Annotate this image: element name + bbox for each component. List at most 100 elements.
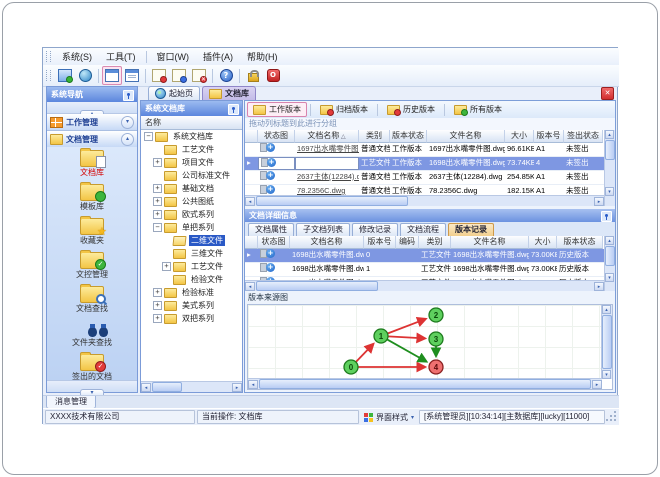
chevron-down-icon[interactable]: ▾ <box>121 116 134 129</box>
tab-起始页[interactable]: 起始页 <box>148 86 200 100</box>
resize-grip[interactable] <box>607 412 617 422</box>
exit-button[interactable]: O <box>263 66 283 85</box>
column-header-大小[interactable]: 大小 <box>529 236 557 249</box>
scroll-right-icon[interactable]: ▸ <box>594 196 604 206</box>
sidebar-item-模板库[interactable]: 模板库 <box>47 181 137 215</box>
tree-node-检验标准[interactable]: + 检验标准 <box>141 286 242 299</box>
scroll-down-icon[interactable]: ▾ <box>602 370 611 379</box>
column-header-文件名称[interactable]: 文件名称 <box>427 130 505 143</box>
interface-style-button[interactable] <box>55 66 75 85</box>
tree-node-工艺文件[interactable]: 工艺文件 <box>141 143 242 156</box>
tree-node-双把系列[interactable]: + 双把系列 <box>141 312 242 325</box>
menu-item-3[interactable]: 窗口(W) <box>150 49 197 65</box>
window-list-button[interactable] <box>122 66 142 85</box>
tree-node-欧式系列[interactable]: + 欧式系列 <box>141 208 242 221</box>
scroll-thumb[interactable] <box>152 382 182 392</box>
scroll-thumb[interactable] <box>602 315 612 369</box>
column-header-版本状态[interactable]: 版本状态 <box>390 130 427 143</box>
scroll-right-icon[interactable]: ▸ <box>232 382 242 392</box>
scroll-up-icon[interactable]: ▴ <box>602 305 611 314</box>
scroll-right-icon[interactable]: ▸ <box>594 281 604 291</box>
tree-column-header[interactable]: 名称 <box>141 116 242 130</box>
version-node-4[interactable]: 4 <box>428 359 444 375</box>
tree-expander-icon[interactable]: − <box>144 132 153 141</box>
sidebar-group-document-management[interactable]: 文档管理 ▴ <box>47 131 137 148</box>
所有版本-button[interactable]: 所有版本 <box>448 102 508 117</box>
column-header-大小[interactable]: 大小 <box>505 130 534 143</box>
tab-文档属性[interactable]: 文档属性 <box>248 223 294 236</box>
sidebar-item-文件夹查找[interactable]: 文件夹查找 <box>47 317 137 351</box>
tree-node-检验文件[interactable]: 检验文件 <box>141 273 242 286</box>
menu-item-5[interactable]: 帮助(H) <box>240 49 285 65</box>
table-row[interactable]: +1697出水嘴零件图.dwg普通文档工作版本1697出水嘴零件图.dwg96.… <box>245 143 615 157</box>
table-row[interactable]: +1698出水嘴零件图.dwg 1 工艺文件 1698出水嘴零件图.dwg 73.00K… <box>245 263 615 277</box>
column-header-状态图[interactable]: 状态图 <box>258 130 295 143</box>
tab-文档库[interactable]: 文档库 <box>202 86 256 100</box>
scroll-down-icon[interactable]: ▾ <box>605 273 614 282</box>
scroll-right-icon[interactable]: ▸ <box>592 379 602 389</box>
menu-item-1[interactable]: 系统(S) <box>55 49 99 65</box>
menu-item-4[interactable]: 插件(A) <box>196 49 240 65</box>
tab-修改记录[interactable]: 修改记录 <box>352 223 398 236</box>
graph-vertical-scrollbar[interactable]: ▴ ▾ <box>601 305 612 379</box>
tree-node-项目文件[interactable]: + 项目文件 <box>141 156 242 169</box>
version-node-2[interactable]: 2 <box>428 307 444 323</box>
tab-版本记录[interactable]: 版本记录 <box>448 223 494 236</box>
sidebar-item-收藏夹[interactable]: ★ 收藏夹 <box>47 215 137 249</box>
table-row[interactable]: ▸+1698出水嘴零件图.dwg工艺文件工作版本1698出水嘴零件图.dwg73… <box>245 157 615 171</box>
tree-node-二维文件[interactable]: 二维文件 <box>141 234 242 247</box>
menu-grip[interactable] <box>46 51 51 62</box>
tree-node-公司标准文件[interactable]: 公司标准文件 <box>141 169 242 182</box>
tree-expander-icon[interactable]: + <box>162 262 171 271</box>
scroll-left-icon[interactable]: ◂ <box>245 196 255 206</box>
pin-icon[interactable] <box>123 90 134 101</box>
scroll-thumb[interactable] <box>605 246 615 266</box>
tree-node-美式系列[interactable]: + 美式系列 <box>141 299 242 312</box>
sidebar-item-签出的文档[interactable]: ✓ 签出的文档 <box>47 351 137 381</box>
column-header-selector[interactable] <box>245 236 258 249</box>
tree-expander-icon[interactable]: + <box>153 184 162 193</box>
horizontal-scrollbar[interactable]: ◂ ▸ <box>245 195 604 206</box>
column-header-selector[interactable] <box>245 130 258 143</box>
pin-icon[interactable] <box>601 211 612 222</box>
mail-receive-button[interactable] <box>169 66 189 85</box>
menu-item-2[interactable]: 工具(T) <box>99 49 143 65</box>
sidebar-expand-strip[interactable]: ▾ <box>47 380 137 399</box>
tab-子文档列表[interactable]: 子文档列表 <box>296 223 350 236</box>
horizontal-scrollbar[interactable]: ◂ ▸ <box>245 280 604 291</box>
chevron-up-icon[interactable]: ▴ <box>121 133 134 146</box>
sidebar-group-work-management[interactable]: 工作管理 ▾ <box>47 114 137 131</box>
column-header-版本状态[interactable]: 版本状态 <box>557 236 603 249</box>
version-node-3[interactable]: 3 <box>428 331 444 347</box>
sidebar-item-文控管理[interactable]: ✓ 文控管理 <box>47 249 137 283</box>
tree-expander-icon[interactable]: − <box>153 223 162 232</box>
tab-文档流程[interactable]: 文档流程 <box>400 223 446 236</box>
interface-style-dropdown[interactable]: 界面样式 ▾ <box>361 411 417 423</box>
tree-horizontal-scrollbar[interactable]: ◂ ▸ <box>141 381 242 392</box>
version-node-0[interactable]: 0 <box>343 359 359 375</box>
scroll-up-icon[interactable]: ▴ <box>605 130 614 139</box>
column-header-类别[interactable]: 类别 <box>359 130 390 143</box>
tree-expander-icon[interactable]: + <box>153 210 162 219</box>
sidebar-item-文档库[interactable]: 文档库 <box>47 147 137 181</box>
toolbar-grip[interactable] <box>46 70 51 81</box>
column-header-文档名称[interactable]: 文档名称 <box>290 236 364 249</box>
column-header-编码[interactable]: 编码 <box>396 236 419 249</box>
tree-node-单把系列[interactable]: − 单把系列 <box>141 221 242 234</box>
tree-expander-icon[interactable]: + <box>153 158 162 167</box>
scroll-left-icon[interactable]: ◂ <box>248 379 258 389</box>
graph-horizontal-scrollbar[interactable]: ◂ ▸ <box>248 378 602 389</box>
scroll-thumb[interactable] <box>259 379 591 389</box>
new-window-button[interactable] <box>102 66 122 85</box>
column-header-文件名称[interactable]: 文件名称 <box>451 236 529 249</box>
tree-node-基础文档[interactable]: + 基础文档 <box>141 182 242 195</box>
table-row[interactable]: ▸ +1698出水嘴零件图.dwg 0 工艺文件 1698出水嘴零件图.dwg 73.00… <box>245 249 615 263</box>
column-header-版本号[interactable]: 版本号 <box>534 130 564 143</box>
tree-expander-icon[interactable]: + <box>153 288 162 297</box>
lock-button[interactable] <box>243 66 263 85</box>
scroll-up-icon[interactable]: ▴ <box>605 236 614 245</box>
scroll-thumb[interactable] <box>256 196 408 206</box>
工作版本-button[interactable]: 工作版本 <box>247 102 307 117</box>
tree-node-三维文件[interactable]: 三维文件 <box>141 247 242 260</box>
close-icon[interactable]: ✕ <box>601 87 614 100</box>
